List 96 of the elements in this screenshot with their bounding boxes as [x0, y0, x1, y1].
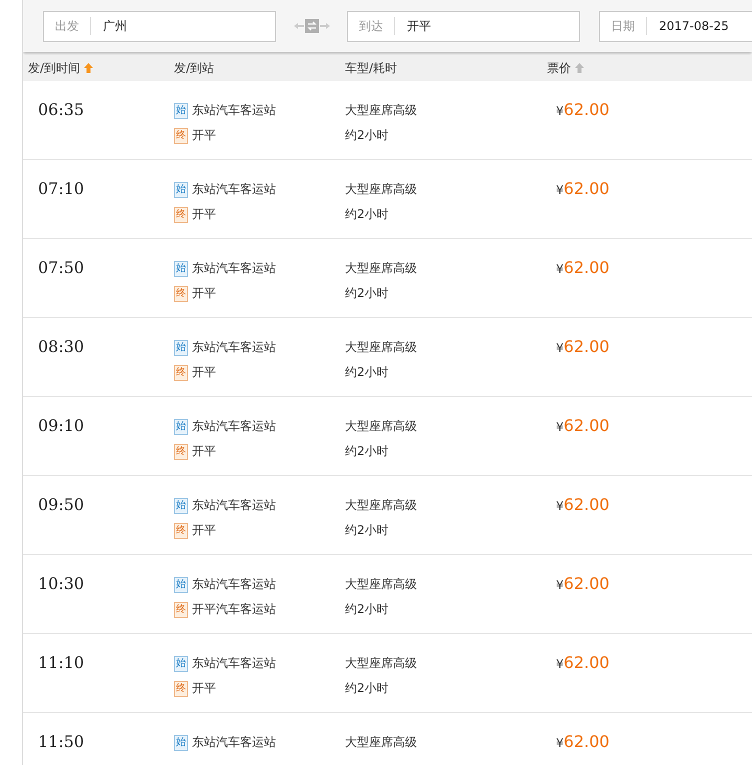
ticket-price: ¥62.00 [555, 494, 610, 514]
departure-station: 东站汽车客运站 [192, 734, 276, 751]
schedule-row[interactable]: 09:50 始 东站汽车客运站 终 开平 大型座席高级 约2小时 ¥62.00 [23, 476, 752, 555]
swap-icon[interactable] [304, 19, 318, 33]
ticket-price: ¥62.00 [555, 573, 610, 593]
field-label: 日期 [600, 17, 647, 35]
sort-arrow-icon[interactable] [575, 63, 584, 73]
departure-station: 东站汽车客运站 [192, 655, 276, 672]
left-arrow-icon [294, 23, 304, 29]
schedule-row[interactable]: 07:10 始 东站汽车客运站 终 开平 大型座席高级 约2小时 ¥62.00 [23, 160, 752, 239]
duration: 约2小时 [345, 443, 390, 460]
arrival-station: 开平 [192, 522, 216, 539]
departure-time: 10:30 [37, 573, 86, 593]
departure-station: 东站汽车客运站 [192, 418, 276, 435]
field-value: 广州 [102, 18, 127, 34]
vehicle-type: 大型座席高级 [345, 102, 418, 119]
arrival-station: 开平汽车客运站 [192, 601, 276, 618]
departure-time: 09:10 [37, 415, 86, 435]
start-tag: 始 [174, 260, 188, 276]
ticket-price: ¥62.00 [555, 99, 610, 119]
departure-time: 07:10 [37, 178, 86, 198]
departure-time: 08:30 [37, 336, 86, 356]
arrival-station: 开平 [192, 364, 216, 381]
start-tag: 始 [174, 734, 188, 750]
departure-time: 07:50 [37, 257, 86, 277]
vehicle-type: 大型座席高级 [345, 655, 418, 672]
departure-time: 09:50 [37, 494, 86, 514]
date-field[interactable]: 日期 2017-08-25 [599, 10, 752, 42]
start-tag: 始 [174, 340, 188, 356]
start-tag: 始 [174, 418, 188, 434]
column-header[interactable]: 票价 [547, 60, 571, 76]
schedule-row[interactable]: 10:30 始 东站汽车客运站 终 开平汽车客运站 大型座席高级 约2小时 ¥62.00 [23, 555, 752, 634]
schedule-row[interactable]: 11:10 始 东站汽车客运站 终 开平 大型座席高级 约2小时 ¥62.00 [23, 634, 752, 713]
arrival-station: 开平 [192, 443, 216, 460]
departure-station: 东站汽车客运站 [192, 260, 276, 277]
start-tag: 始 [174, 102, 188, 118]
field-value: 开平 [406, 18, 431, 34]
duration: 约2小时 [345, 364, 390, 381]
column-header[interactable]: 发/到站 [174, 60, 214, 76]
vehicle-type: 大型座席高级 [345, 497, 418, 514]
vehicle-type: 大型座席高级 [345, 260, 418, 277]
departure-time: 11:10 [37, 652, 86, 672]
arrival-station: 开平 [192, 127, 216, 144]
duration: 约2小时 [345, 127, 390, 144]
ticket-price: ¥62.00 [555, 731, 610, 751]
vehicle-type: 大型座席高级 [345, 576, 418, 593]
duration: 约2小时 [345, 285, 390, 302]
departure-station: 东站汽车客运站 [192, 339, 276, 356]
duration: 约2小时 [345, 680, 390, 697]
arrival-station: 开平 [192, 285, 216, 302]
vehicle-type: 大型座席高级 [345, 339, 418, 356]
departure-station: 东站汽车客运站 [192, 497, 276, 514]
vehicle-type: 大型座席高级 [345, 418, 418, 435]
end-tag: 终 [174, 206, 188, 222]
duration: 约2小时 [345, 522, 390, 539]
ticket-price: ¥62.00 [555, 415, 610, 435]
start-tag: 始 [174, 182, 188, 198]
departure-time: 11:50 [37, 731, 86, 751]
departure-station: 东站汽车客运站 [192, 102, 276, 119]
duration: 约2小时 [345, 601, 390, 618]
field-value: 2017-08-25 [658, 19, 729, 33]
schedule-row[interactable]: 06:35 始 东站汽车客运站 终 开平 大型座席高级 约2小时 ¥62.00 [23, 81, 752, 160]
schedule-row[interactable]: 11:50 始 东站汽车客运站 大型座席高级 ¥62.00 [23, 713, 752, 765]
arrival-field[interactable]: 到达 开平 [347, 10, 580, 42]
field-label: 到达 [348, 17, 395, 35]
start-tag: 始 [174, 498, 188, 514]
end-tag: 终 [174, 522, 188, 538]
end-tag: 终 [174, 286, 188, 302]
schedule-row[interactable]: 08:30 始 东站汽车客运站 终 开平 大型座席高级 约2小时 ¥62.00 [23, 318, 752, 397]
field-label: 出发 [44, 17, 91, 35]
departure-station: 东站汽车客运站 [192, 181, 276, 198]
column-header[interactable]: 车型/耗时 [345, 60, 398, 76]
schedule-row[interactable]: 09:10 始 东站汽车客运站 终 开平 大型座席高级 约2小时 ¥62.00 [23, 397, 752, 476]
end-tag: 终 [174, 602, 188, 618]
arrival-station: 开平 [192, 206, 216, 223]
right-arrow-icon [320, 23, 330, 29]
arrival-station: 开平 [192, 680, 216, 697]
end-tag: 终 [174, 444, 188, 460]
vehicle-type: 大型座席高级 [345, 181, 418, 198]
end-tag: 终 [174, 680, 188, 696]
vehicle-type: 大型座席高级 [345, 734, 418, 751]
end-tag: 终 [174, 364, 188, 380]
schedule-row[interactable]: 07:50 始 东站汽车客运站 终 开平 大型座席高级 约2小时 ¥62.00 [23, 239, 752, 318]
start-tag: 始 [174, 576, 188, 592]
departure-station: 东站汽车客运站 [192, 576, 276, 593]
departure-time: 06:35 [37, 99, 86, 119]
ticket-price: ¥62.00 [555, 257, 610, 277]
sort-arrow-icon[interactable] [84, 63, 94, 73]
column-header[interactable]: 发/到时间 [28, 60, 80, 76]
ticket-price: ¥62.00 [555, 336, 610, 356]
start-tag: 始 [174, 656, 188, 672]
duration: 约2小时 [345, 206, 390, 223]
departure-field[interactable]: 出发 广州 [43, 10, 276, 42]
ticket-price: ¥62.00 [555, 652, 610, 672]
ticket-price: ¥62.00 [555, 178, 610, 198]
end-tag: 终 [174, 128, 188, 144]
